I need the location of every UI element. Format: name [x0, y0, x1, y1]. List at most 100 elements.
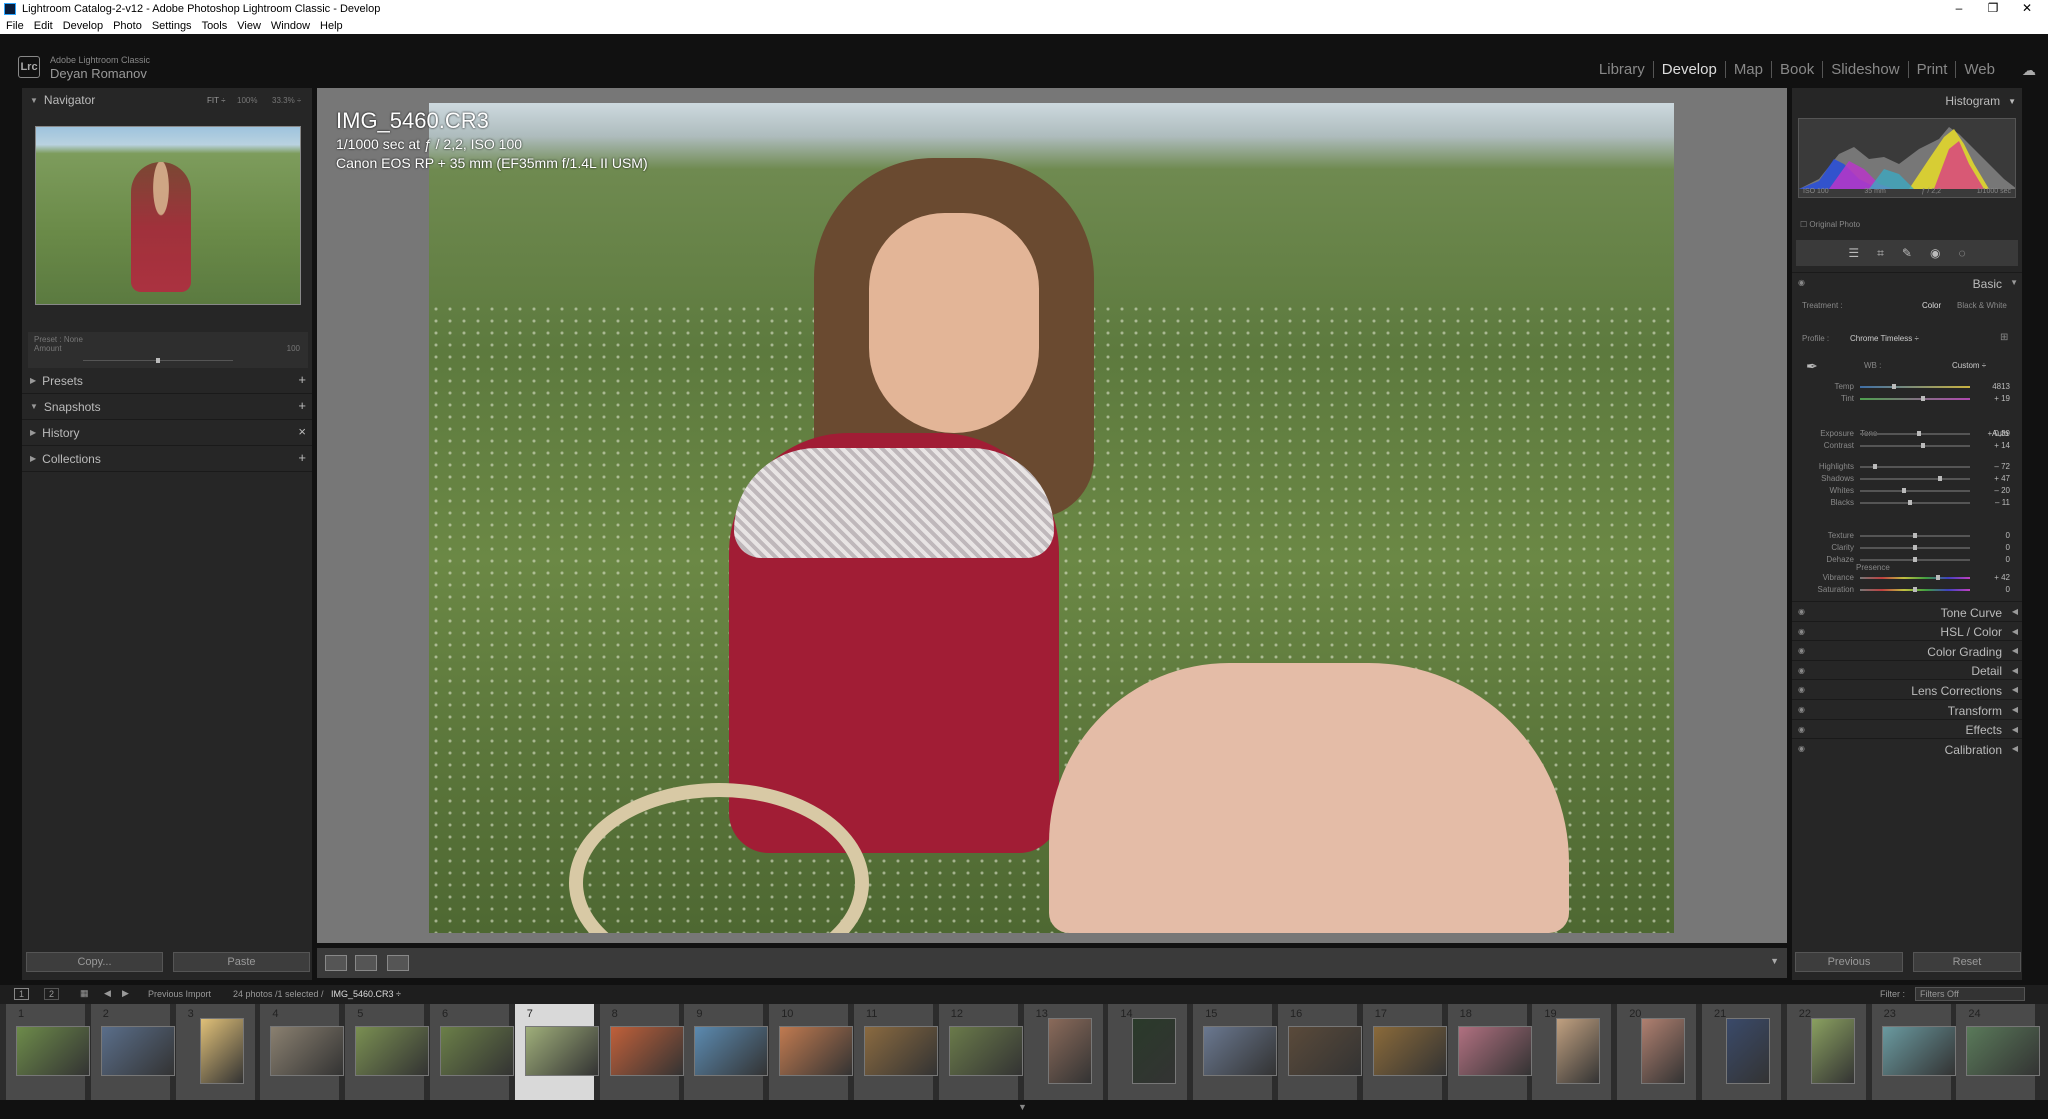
source-label[interactable]: Previous Import [148, 989, 211, 999]
filmstrip-thumbnail[interactable]: 11 [854, 1004, 938, 1100]
screen-1-button[interactable]: 1 [14, 988, 30, 1000]
eye-icon[interactable]: ◉ [1798, 685, 1805, 694]
module-web[interactable]: Web [1955, 61, 2003, 78]
treatment-color[interactable]: Color [1922, 301, 1941, 310]
slider-knob[interactable] [1913, 557, 1917, 562]
navigator-header[interactable]: ▼ Navigator FIT ÷ 100% 33.3% ÷ [22, 88, 312, 112]
preset-value[interactable]: None [64, 335, 83, 344]
menu-photo[interactable]: Photo [113, 20, 142, 32]
slider-shadows[interactable] [1860, 476, 1970, 481]
module-slideshow[interactable]: Slideshow [1822, 61, 1907, 78]
slider-knob[interactable] [1920, 396, 1925, 401]
close-button[interactable]: ✕ [2010, 0, 2044, 17]
slider-exposure[interactable] [1860, 431, 1970, 436]
menu-develop[interactable]: Develop [63, 20, 103, 32]
eye-icon[interactable]: ◉ [1798, 278, 1805, 287]
menu-tools[interactable]: Tools [202, 20, 228, 32]
slider-value-texture[interactable]: 0 [2006, 531, 2010, 540]
menu-edit[interactable]: Edit [34, 20, 53, 32]
filmstrip-thumbnail[interactable]: 4 [260, 1004, 345, 1100]
filmstrip-thumbnail[interactable]: 22 [1786, 1004, 1867, 1100]
slider-knob[interactable] [1938, 476, 1943, 481]
slider-knob[interactable] [1913, 533, 1917, 538]
grid-icon[interactable]: ▦ [80, 988, 89, 999]
histogram-header[interactable]: Histogram ▼ [1792, 88, 2022, 114]
add-snapshot-button[interactable]: + [298, 398, 306, 413]
slider-texture[interactable] [1860, 533, 1970, 538]
eyedropper-icon[interactable]: ✒ [1806, 358, 1818, 375]
eye-icon[interactable]: ◉ [1798, 607, 1805, 616]
histogram[interactable]: ISO 100 35 mm ƒ / 2,2 1/1000 sec [1798, 118, 2016, 198]
menu-help[interactable]: Help [320, 20, 343, 32]
slider-knob[interactable] [1892, 384, 1897, 389]
slider-value-shadows[interactable]: + 47 [1994, 474, 2010, 483]
reset-button[interactable]: Reset [1913, 952, 2021, 972]
menu-view[interactable]: View [237, 20, 261, 32]
add-preset-button[interactable]: + [298, 372, 306, 387]
filter-select[interactable]: Filters Off [1915, 987, 2025, 1001]
slider-value-highlights[interactable]: – 72 [1994, 462, 2010, 471]
filmstrip-thumbnail[interactable]: 3 [175, 1004, 256, 1100]
slider-value-clarity[interactable]: 0 [2006, 543, 2010, 552]
edit-sliders-icon[interactable]: ☰ [1848, 246, 1859, 260]
minimize-button[interactable]: – [1942, 0, 1976, 17]
module-book[interactable]: Book [1771, 61, 1822, 78]
filmstrip-thumbnail[interactable]: 16 [1278, 1004, 1362, 1100]
masking-icon[interactable]: ◌ [1958, 246, 1965, 260]
filmstrip-thumbnail[interactable]: 1 [6, 1004, 90, 1100]
compare-yy-icon[interactable] [387, 955, 409, 971]
filmstrip-thumbnail[interactable]: 5 [345, 1004, 430, 1100]
treatment-bw[interactable]: Black & White [1957, 301, 2007, 310]
slider-knob[interactable] [1913, 545, 1917, 550]
eye-icon[interactable]: ◉ [1798, 725, 1805, 734]
slider-value-tint[interactable]: + 19 [1994, 394, 2010, 403]
amount-slider-knob[interactable] [156, 358, 160, 363]
previous-button[interactable]: Previous [1795, 952, 1903, 972]
slider-dehaze[interactable] [1860, 557, 1970, 562]
slider-value-blacks[interactable]: – 11 [1995, 498, 2010, 507]
slider-knob[interactable] [1873, 464, 1878, 469]
filmstrip-thumbnail[interactable]: 8 [599, 1004, 684, 1100]
zoom-33[interactable]: 33.3% ÷ [272, 96, 301, 105]
slider-knob[interactable] [1936, 575, 1941, 580]
eye-icon[interactable]: ◉ [1798, 666, 1805, 675]
filmstrip-thumbnail[interactable]: 7 [514, 1004, 599, 1100]
profile-browser-icon[interactable]: ⊞ [2000, 332, 2008, 343]
menu-file[interactable]: File [6, 20, 24, 32]
slider-saturation[interactable] [1860, 587, 1970, 592]
bottom-panel-toggle-icon[interactable]: ▼ [1018, 1102, 1027, 1112]
paste-button[interactable]: Paste [173, 952, 310, 972]
eye-icon[interactable]: ◉ [1798, 646, 1805, 655]
filmstrip-thumbnail[interactable]: 18 [1447, 1004, 1532, 1100]
slider-clarity[interactable] [1860, 545, 1970, 550]
section-history[interactable]: ▶ History × [22, 420, 312, 446]
slider-value-vibrance[interactable]: + 42 [1994, 573, 2010, 582]
clear-history-button[interactable]: × [298, 424, 306, 439]
filmstrip-thumbnail[interactable]: 24 [1956, 1004, 2041, 1100]
profile-select[interactable]: Chrome Timeless ÷ [1850, 334, 1919, 343]
wb-select[interactable]: Custom ÷ [1952, 361, 1986, 370]
filmstrip-thumbnail[interactable]: 19 [1532, 1004, 1613, 1100]
filmstrip-thumbnail[interactable]: 9 [684, 1004, 769, 1100]
slider-value-saturation[interactable]: 0 [2006, 585, 2010, 594]
before-after-icon[interactable] [355, 955, 377, 971]
healing-icon[interactable]: ✎ [1902, 246, 1912, 260]
slider-value-exposure[interactable]: + 0,39 [1988, 429, 2010, 438]
menu-window[interactable]: Window [271, 20, 310, 32]
filmstrip-thumbnail[interactable]: 6 [430, 1004, 514, 1100]
current-file[interactable]: IMG_5460.CR3 ÷ [331, 989, 401, 999]
forward-arrow-icon[interactable]: ▶ [122, 988, 129, 999]
main-photo[interactable] [429, 103, 1674, 933]
slider-knob[interactable] [1907, 500, 1912, 505]
menu-settings[interactable]: Settings [152, 20, 192, 32]
filmstrip-thumbnail[interactable]: 12 [938, 1004, 1023, 1100]
module-print[interactable]: Print [1907, 61, 1956, 78]
filmstrip-thumbnail[interactable]: 21 [1702, 1004, 1782, 1100]
slider-whites[interactable] [1860, 488, 1970, 493]
slider-tint[interactable] [1860, 396, 1970, 401]
filmstrip-thumbnail[interactable]: 14 [1108, 1004, 1189, 1100]
back-arrow-icon[interactable]: ◀ [104, 988, 111, 999]
module-map[interactable]: Map [1724, 61, 1771, 78]
zoom-fit[interactable]: FIT ÷ [207, 96, 225, 105]
section-basic[interactable]: ◉ Basic ▼ [1792, 272, 2022, 294]
